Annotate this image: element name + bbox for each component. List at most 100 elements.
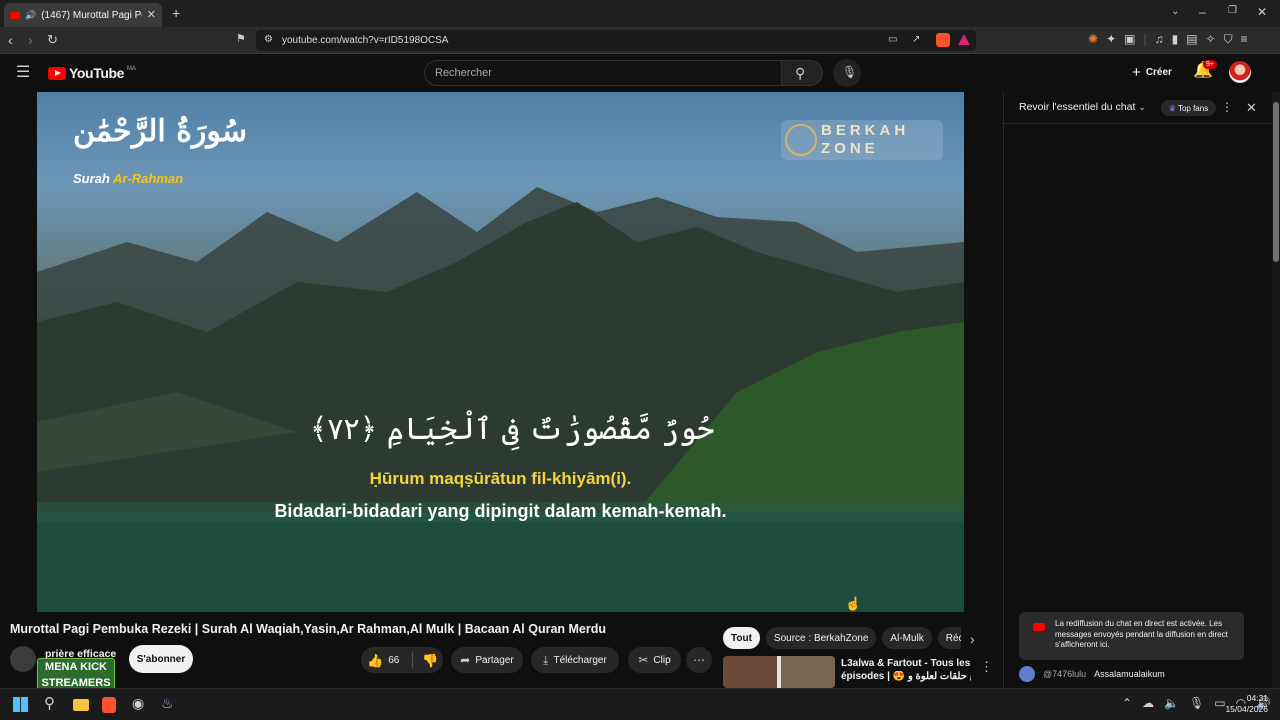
chat-options-icon[interactable]: ⋮ bbox=[1221, 101, 1233, 113]
scissors-icon: ✂ bbox=[638, 653, 649, 667]
tab-search-icon[interactable]: ⌄ bbox=[1171, 7, 1179, 17]
related-title-1[interactable]: L3alwa & Fartout - Tous les bbox=[841, 658, 970, 669]
chip-al-mulk[interactable]: Al-Mulk bbox=[882, 627, 932, 649]
chat-user-avatar[interactable] bbox=[1019, 666, 1035, 682]
download-button[interactable]: ⤓ Télécharger bbox=[531, 647, 619, 673]
share-page-icon[interactable]: ↗ bbox=[912, 35, 920, 45]
live-chat-panel: Revoir l'essentiel du chat ⌄ ♛ Top fans … bbox=[1003, 92, 1273, 688]
dislike-icon[interactable]: 👎 bbox=[422, 654, 438, 667]
channel-avatar[interactable] bbox=[10, 646, 36, 672]
sidebar-icon[interactable]: ▮ bbox=[1172, 33, 1179, 45]
media-icon[interactable]: ♫ bbox=[1155, 33, 1164, 45]
youtube-logo[interactable]: YouTube MA bbox=[48, 65, 136, 81]
browser-tab[interactable]: 🔊 (1467) Murottal Pagi Pembuk ✕ bbox=[4, 3, 162, 27]
related-title-2[interactable]: épisodes | 😍 جميع حلقات لعلوة و ... bbox=[841, 671, 971, 682]
minimize-icon[interactable]: – bbox=[1199, 6, 1206, 18]
file-explorer-icon[interactable] bbox=[73, 699, 89, 711]
scrollbar-thumb[interactable] bbox=[1273, 102, 1279, 262]
search-button[interactable]: ⚲ bbox=[781, 60, 823, 86]
more-actions-button[interactable]: ⋯ bbox=[686, 647, 712, 673]
reload-icon[interactable]: ↻ bbox=[47, 33, 58, 46]
chat-notice-text: La rediffusion du chat en direct est act… bbox=[1055, 619, 1228, 649]
more-horizontal-icon: ⋯ bbox=[693, 653, 705, 667]
clip-button[interactable]: ✂ Clip bbox=[628, 647, 681, 673]
youtube-wordmark: YouTube bbox=[69, 65, 125, 81]
related-thumbnail[interactable] bbox=[723, 656, 835, 688]
share-button[interactable]: ➦ Partager bbox=[451, 647, 523, 673]
new-tab-icon[interactable]: + bbox=[172, 6, 180, 20]
avatar[interactable] bbox=[1229, 61, 1251, 83]
address-bar[interactable]: ⚙ youtube.com/watch?v=rID5198OCSA ▭ ↗ bbox=[256, 30, 976, 51]
back-icon[interactable]: ‹ bbox=[8, 33, 13, 47]
steam-icon[interactable]: ♨ bbox=[161, 696, 174, 710]
forward-icon[interactable]: › bbox=[28, 33, 33, 47]
audio-playing-icon[interactable]: 🔊 bbox=[25, 10, 36, 20]
overlay-line-1: MENA KICK bbox=[45, 661, 107, 673]
mountain-landscape bbox=[37, 187, 964, 612]
page-scrollbar[interactable] bbox=[1272, 92, 1280, 688]
video-player[interactable]: سُورَةُ الرَّحْمَٰن Surah Ar-Rahman BERK… bbox=[37, 92, 964, 612]
site-info-icon[interactable]: ⚙ bbox=[264, 35, 273, 45]
top-fans-label: Top fans bbox=[1177, 103, 1209, 113]
separator-icon: | bbox=[1143, 32, 1147, 46]
search-input[interactable]: Rechercher bbox=[424, 60, 782, 86]
share-label: Partager bbox=[475, 654, 514, 666]
voice-search-button[interactable]: 🎙 bbox=[833, 59, 861, 87]
crown-icon: ♛ bbox=[1168, 103, 1176, 113]
speaker-icon[interactable]: 🔈 bbox=[1164, 697, 1179, 709]
create-label: Créer bbox=[1145, 66, 1172, 78]
create-button[interactable]: + Créer bbox=[1124, 60, 1180, 84]
related-chips: Tout Source : BerkahZone Al-Mulk Récit bbox=[723, 627, 961, 651]
youtube-play-logo-icon bbox=[48, 66, 66, 80]
chat-username[interactable]: @7476lulu bbox=[1043, 669, 1086, 679]
chat-notice: La rediffusion du chat en direct est act… bbox=[1019, 612, 1244, 660]
brave-browser-icon[interactable] bbox=[102, 697, 116, 713]
vpn-icon[interactable]: ⛉ bbox=[1224, 33, 1233, 45]
close-tab-icon[interactable]: ✕ bbox=[147, 9, 156, 21]
chrome-app-icon[interactable]: ◉ bbox=[132, 696, 144, 710]
tray-chevron-icon[interactable]: ⌃ bbox=[1122, 697, 1132, 709]
chip-recit[interactable]: Récit bbox=[937, 627, 961, 649]
subscribe-button[interactable]: S'abonner bbox=[129, 645, 193, 673]
network-app-icon[interactable]: ☁ bbox=[1142, 697, 1154, 709]
microphone-icon: 🎙 bbox=[842, 65, 858, 79]
tab-title: (1467) Murottal Pagi Pembuk bbox=[41, 9, 142, 21]
bookmark-icon[interactable]: ⚑ bbox=[236, 34, 246, 45]
like-icon[interactable]: 👍 bbox=[367, 654, 383, 667]
screenshot-icon[interactable]: ▣ bbox=[1124, 33, 1135, 45]
like-count[interactable]: 66 bbox=[388, 655, 399, 666]
berkah-zone-logo: BERKAH ZONE bbox=[781, 120, 943, 160]
wallet-icon[interactable]: ▤ bbox=[1186, 33, 1197, 45]
video-title: Murottal Pagi Pembuka Rezeki | Surah Al … bbox=[10, 622, 607, 636]
maximize-icon[interactable]: ❐ bbox=[1228, 6, 1237, 16]
brave-rewards-icon[interactable] bbox=[958, 34, 970, 45]
close-window-icon[interactable]: ✕ bbox=[1257, 6, 1267, 18]
windows-start-icon[interactable] bbox=[13, 697, 28, 712]
surah-title-calligraphy: سُورَةُ الرَّحْمَٰن bbox=[73, 114, 248, 149]
ayah-arabic: حُورٌ مَّقْصُورَٰتٌ فِى ٱلْخِيَامِ ﴿٧٢﴾ bbox=[309, 412, 715, 447]
extensions-icon[interactable]: ✦ bbox=[1106, 33, 1116, 45]
region-code: MA bbox=[127, 65, 137, 72]
plus-icon: + bbox=[1132, 63, 1141, 81]
chip-source[interactable]: Source : BerkahZone bbox=[765, 627, 877, 649]
brand-bottom: ZONE bbox=[821, 140, 879, 157]
menu-icon[interactable]: ≡ bbox=[1241, 33, 1248, 45]
close-chat-icon[interactable]: ✕ bbox=[1246, 101, 1257, 114]
clock[interactable]: 04:31 15/04/2026 bbox=[1222, 693, 1268, 715]
taskbar-search-icon[interactable]: ⚲ bbox=[44, 696, 55, 711]
hamburger-menu-icon[interactable]: ☰ bbox=[16, 65, 30, 81]
ai-icon[interactable]: ✧ bbox=[1206, 33, 1216, 45]
chips-next-icon[interactable]: › bbox=[970, 632, 975, 646]
mic-tray-icon[interactable]: 🎙 bbox=[1189, 697, 1204, 709]
cast-icon[interactable]: ▭ bbox=[888, 35, 897, 45]
brand-top: BERKAH bbox=[821, 122, 910, 139]
leo-icon[interactable]: ✺ bbox=[1088, 33, 1098, 45]
chat-mode-dropdown[interactable]: Revoir l'essentiel du chat ⌄ bbox=[1019, 101, 1146, 113]
brave-shield-icon[interactable] bbox=[936, 33, 950, 47]
surah-latin-title: Surah Ar-Rahman bbox=[73, 171, 184, 186]
notification-badge: 9+ bbox=[1203, 60, 1217, 69]
chip-all[interactable]: Tout bbox=[723, 627, 760, 649]
related-more-icon[interactable]: ⋮ bbox=[980, 660, 993, 673]
chat-message: @7476lulu Assalamualaikum bbox=[1019, 666, 1165, 682]
top-fans-badge[interactable]: ♛ Top fans bbox=[1161, 100, 1216, 116]
